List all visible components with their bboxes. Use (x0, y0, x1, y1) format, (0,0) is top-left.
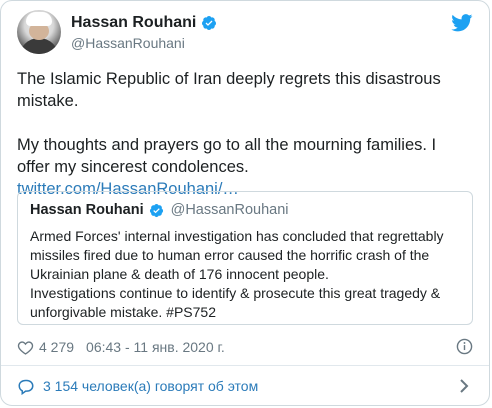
comment-bubble-icon (18, 379, 34, 395)
author-name-row[interactable]: Hassan Rouhani (71, 14, 217, 32)
heart-icon[interactable] (17, 340, 34, 355)
tweet-meta: 4 279 06:43 - 11 янв. 2020 г. (17, 337, 473, 357)
chevron-right-icon[interactable] (459, 379, 469, 393)
author-name[interactable]: Hassan Rouhani (71, 14, 196, 32)
quoted-text-1: Armed Forces' internal investigation has… (30, 228, 444, 282)
verified-badge-icon (202, 16, 217, 30)
author-handle[interactable]: @HassanRouhani (71, 35, 217, 51)
tweet-card: Hassan Rouhani @HassanRouhani The Islami… (0, 0, 490, 406)
twitter-bird-icon[interactable] (451, 14, 473, 32)
conversation-link[interactable]: 3 154 человек(а) говорят об этом (17, 366, 473, 406)
quoted-tweet-body: Armed Forces' internal investigation has… (30, 227, 460, 322)
quoted-author-handle: @HassanRouhani (170, 202, 289, 218)
quoted-author-name: Hassan Rouhani (30, 202, 144, 218)
like-count[interactable]: 4 279 (39, 339, 74, 355)
author-block: Hassan Rouhani @HassanRouhani (71, 14, 217, 51)
tweet-paragraph-2-text: My thoughts and prayers go to all the mo… (17, 136, 437, 176)
tweet-paragraph-1: The Islamic Republic of Iran deeply regr… (17, 70, 441, 110)
quoted-tweet-header: Hassan Rouhani @HassanRouhani (30, 202, 460, 218)
conversation-count[interactable]: 3 154 человек(а) говорят об этом (43, 378, 258, 394)
avatar[interactable] (17, 10, 61, 54)
quoted-text-2: Investigations continue to identify & pr… (30, 285, 441, 320)
tweet-body: The Islamic Republic of Iran deeply regr… (17, 68, 473, 200)
verified-badge-icon (149, 203, 163, 217)
timestamp[interactable]: 06:43 - 11 янв. 2020 г. (86, 339, 225, 355)
info-icon[interactable] (456, 338, 473, 355)
tweet-header: Hassan Rouhani @HassanRouhani (17, 10, 473, 60)
quoted-tweet[interactable]: Hassan Rouhani @HassanRouhani Armed Forc… (17, 191, 473, 325)
